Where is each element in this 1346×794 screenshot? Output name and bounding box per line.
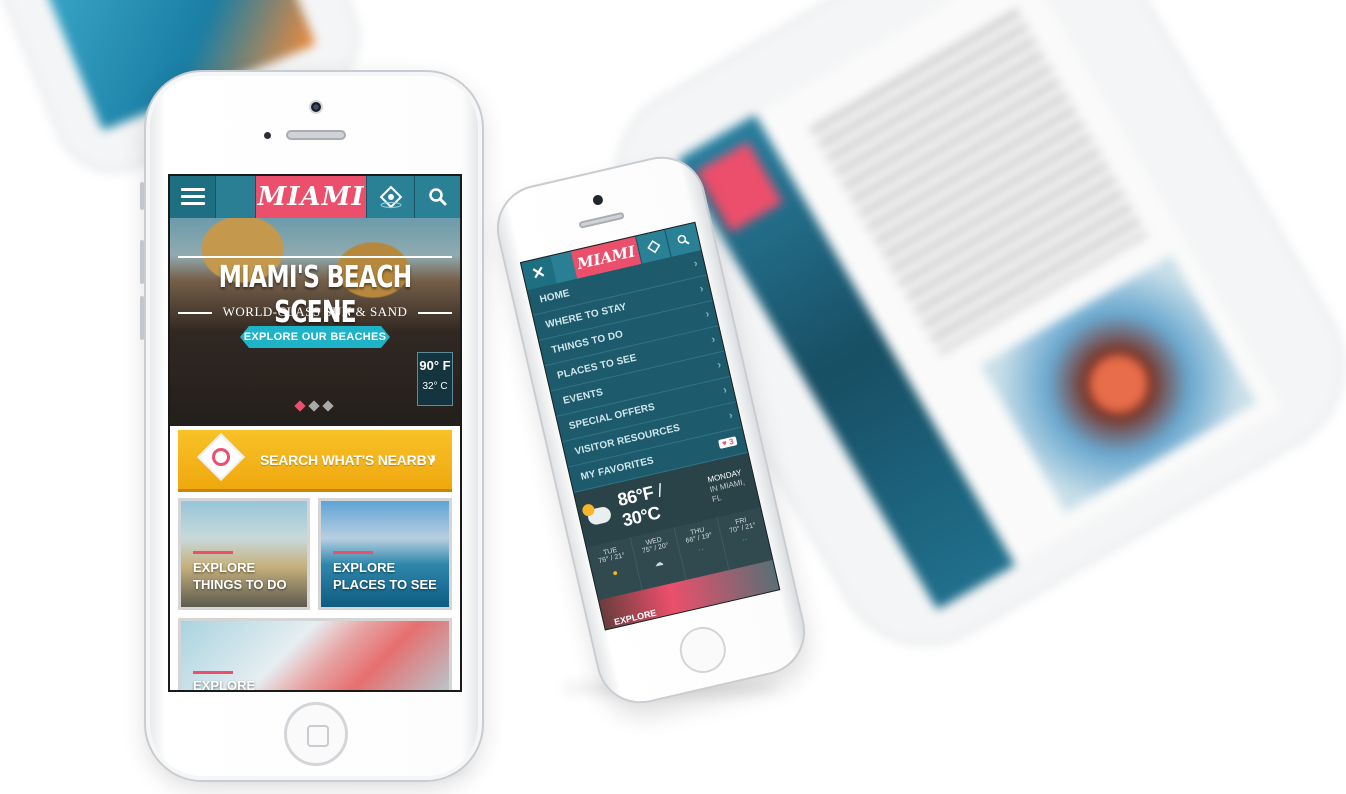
- temperature-fahrenheit: 90° F: [419, 358, 451, 373]
- miami-logo[interactable]: MIAMI: [256, 176, 366, 218]
- compass-icon[interactable]: [366, 176, 414, 218]
- partly-cloudy-icon: [581, 502, 613, 527]
- chevron-right-icon: ›: [716, 358, 723, 372]
- rain-icon: ˙˙: [741, 536, 750, 549]
- search-icon[interactable]: [414, 176, 460, 218]
- chevron-right-icon: ›: [698, 282, 705, 296]
- tile-label-line1: EXPLORE: [193, 678, 256, 692]
- target-icon: [212, 448, 230, 466]
- carousel-dot[interactable]: [308, 400, 320, 412]
- rain-icon: ˙˙: [698, 547, 707, 559]
- temperature-badge: 90° F 32° C: [417, 352, 453, 406]
- sun-icon: ●: [611, 567, 619, 579]
- hero-banner-beach[interactable]: MIAMI'S BEACH SCENE WORLD-CLASS SUN & SA…: [170, 218, 460, 426]
- chevron-right-icon: ›: [727, 409, 735, 422]
- tile-label-line2: PLACES TO SEE: [333, 577, 437, 592]
- menu-item-label: HOME: [538, 287, 571, 306]
- tile-places-to-see[interactable]: EXPLORE PLACES TO SEE: [318, 498, 452, 610]
- app-screen-home: MIAMI MIAMI'S BEACH SCENE WORLD-CLASS SU…: [168, 174, 462, 692]
- carousel-dot[interactable]: [322, 400, 334, 412]
- tile-label-line2: THINGS TO DO: [193, 577, 287, 592]
- top-navigation-bar: MIAMI: [170, 176, 460, 218]
- front-camera: [309, 100, 323, 114]
- search-nearby-button[interactable]: SEARCH WHAT'S NEARBY ›: [178, 430, 452, 492]
- mockup-stage: MIAMI MIAMI'S BEACH SCENE WORLD-CLASS SU…: [0, 0, 1346, 794]
- chevron-right-icon: ›: [430, 448, 436, 468]
- side-menu: HOME › WHERE TO STAY › THINGS TO DO › PLACE…: [527, 250, 748, 493]
- temperature-celsius: 32° C: [422, 381, 448, 392]
- earpiece-speaker: [578, 211, 625, 229]
- home-button[interactable]: [284, 702, 348, 766]
- chevron-right-icon: ›: [704, 308, 711, 321]
- favorites-count-badge: ♥ 3: [718, 436, 738, 449]
- carousel-dot[interactable]: [294, 400, 306, 412]
- search-nearby-label: SEARCH WHAT'S NEARBY: [260, 452, 436, 468]
- tile-label-line1: EXPLORE: [333, 560, 396, 575]
- menu-item-label: EVENTS: [562, 386, 605, 407]
- carousel-dots: [294, 400, 334, 412]
- rain-cloud-icon: ☁: [653, 556, 665, 569]
- chevron-right-icon: ›: [710, 333, 717, 346]
- home-button[interactable]: [675, 622, 731, 678]
- tile-things-to-do[interactable]: EXPLORE THINGS TO DO: [178, 498, 310, 610]
- tile-explore[interactable]: EXPLORE: [178, 618, 452, 692]
- earpiece-speaker: [286, 130, 346, 140]
- phone-device-main: MIAMI MIAMI'S BEACH SCENE WORLD-CLASS SU…: [140, 70, 484, 782]
- hero-subtitle: WORLD-CLASS SUN & SAND: [222, 304, 408, 319]
- chevron-right-icon: ›: [692, 257, 700, 270]
- hamburger-menu-icon[interactable]: [170, 176, 216, 218]
- front-camera: [591, 194, 604, 207]
- explore-beaches-button[interactable]: EXPLORE OUR BEACHES: [240, 326, 390, 348]
- tile-label-line1: EXPLORE: [193, 560, 256, 575]
- chevron-right-icon: ›: [721, 384, 729, 397]
